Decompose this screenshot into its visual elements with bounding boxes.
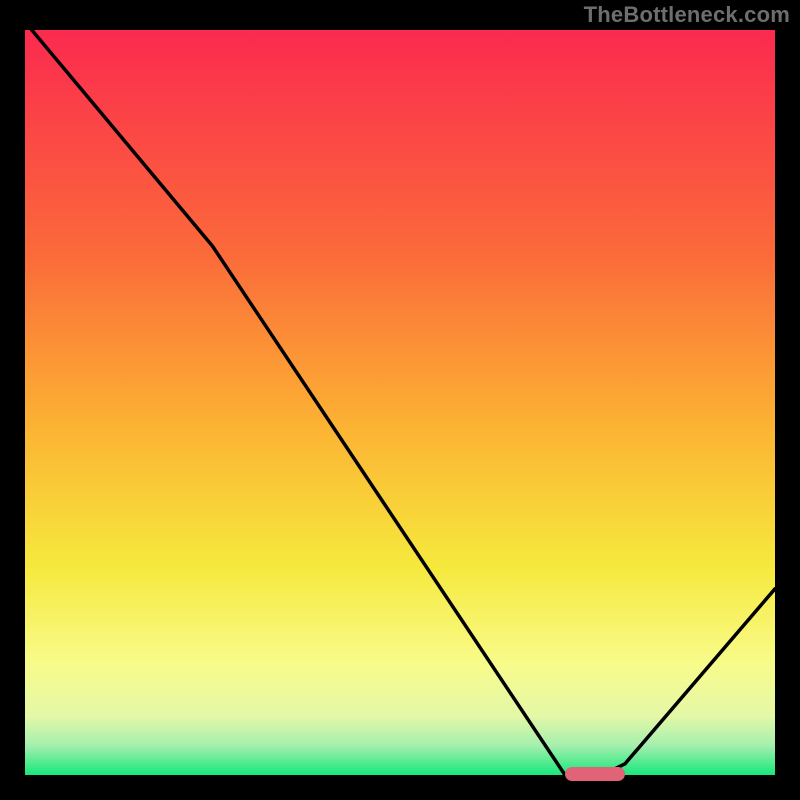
plot-area (25, 30, 775, 775)
chart-container: TheBottleneck.com (0, 0, 800, 800)
watermark-text: TheBottleneck.com (584, 2, 790, 28)
highlight-pill (565, 767, 625, 781)
bottleneck-chart (0, 0, 800, 800)
